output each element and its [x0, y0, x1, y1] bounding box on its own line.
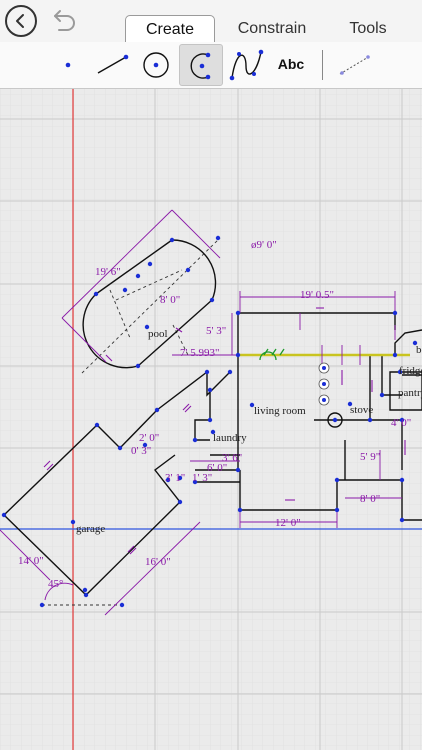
construction-line-icon	[339, 55, 371, 75]
dimension-kitchen-depth[interactable]: 5' 9"	[360, 451, 380, 463]
text-tool[interactable]: Abc	[269, 44, 313, 86]
undo-icon	[54, 10, 75, 31]
dimension-pool-offset[interactable]: 7' 5.993"	[180, 347, 219, 359]
label-pantry[interactable]: pantry	[398, 387, 422, 399]
label-garage[interactable]: garage	[76, 523, 105, 535]
tab-constrain[interactable]: Constrain	[222, 15, 322, 43]
dimension-laundry-c[interactable]: 3' 1"	[165, 472, 185, 484]
dimension-stove-right[interactable]: 4' 0"	[391, 417, 411, 429]
arc-icon	[190, 52, 211, 80]
dimension-hall-a[interactable]: 2' 0"	[139, 432, 159, 444]
label-bedroom[interactable]: be	[416, 344, 422, 356]
undo-button[interactable]	[50, 8, 78, 34]
tool-separator	[322, 50, 323, 80]
constraint-icons	[318, 362, 330, 406]
dimension-garage-width[interactable]: 14' 0"	[18, 555, 44, 567]
dimension-pool-diameter[interactable]: ø9' 0"	[251, 239, 277, 251]
dimension-pool-inner[interactable]: 8' 0"	[160, 294, 180, 306]
dimension-garage-angle[interactable]: 45°	[48, 578, 63, 590]
circle-tool[interactable]	[134, 44, 178, 86]
construction-line-tool[interactable]	[333, 44, 377, 86]
back-button[interactable]	[5, 5, 37, 37]
label-pool[interactable]: pool	[148, 328, 168, 340]
drawing-canvas[interactable]: pool living room laundry stove fridge pa…	[0, 89, 422, 750]
label-living-room[interactable]: living room	[254, 405, 306, 417]
circle-icon	[143, 52, 169, 78]
text-tool-label: Abc	[277, 56, 305, 72]
dimension-kitchen-width[interactable]: 8' 0"	[360, 493, 380, 505]
spline-tool[interactable]	[224, 44, 268, 86]
label-stove[interactable]: stove	[350, 404, 373, 416]
tab-create[interactable]: Create	[125, 15, 215, 43]
dimension-pool-length[interactable]: 19' 6"	[95, 266, 121, 278]
dimension-hall-b[interactable]: 0' 3"	[131, 445, 151, 457]
point-icon	[65, 62, 71, 68]
tool-palette: Abc	[0, 42, 422, 89]
top-bar: Create Constrain Tools	[0, 0, 422, 43]
label-fridge[interactable]: fridge	[399, 365, 422, 377]
dimension-living-width[interactable]: 12' 0"	[275, 517, 301, 529]
dimension-house-width[interactable]: 19' 0.5"	[300, 289, 334, 301]
dimension-house-depth[interactable]: 5' 3"	[206, 325, 226, 337]
label-laundry[interactable]: laundry	[213, 432, 247, 444]
spline-icon	[229, 49, 264, 81]
sketch	[0, 89, 422, 750]
line-icon	[97, 54, 129, 74]
dimension-garage-depth[interactable]: 16' 0"	[145, 556, 171, 568]
dimension-laundry-d[interactable]: 1' 3"	[192, 472, 212, 484]
point-tool[interactable]	[46, 44, 90, 86]
arc-tool[interactable]	[179, 44, 223, 86]
line-tool[interactable]	[90, 44, 134, 86]
back-arrow-icon	[16, 14, 24, 28]
tab-tools[interactable]: Tools	[332, 15, 404, 43]
